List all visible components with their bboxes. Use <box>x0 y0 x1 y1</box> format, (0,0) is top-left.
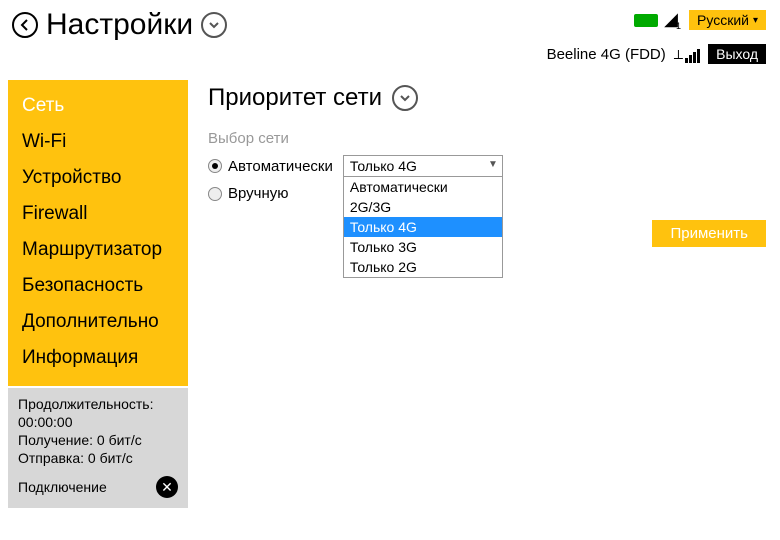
chevron-down-icon: ▾ <box>753 15 758 26</box>
wifi-icon: ◢1 <box>664 10 683 30</box>
stats-duration-label: Продолжительность: <box>18 396 178 412</box>
select-option-1[interactable]: 2G/3G <box>344 197 502 217</box>
sidebar-item-1[interactable]: Wi-Fi <box>8 124 188 160</box>
stats-rx: Получение: 0 бит/с <box>18 432 178 448</box>
disconnect-icon[interactable]: ✕ <box>156 476 178 498</box>
chevron-down-icon: ▼ <box>488 159 498 170</box>
language-selector[interactable]: Русский ▾ <box>689 10 766 30</box>
back-button[interactable] <box>12 12 38 38</box>
sidebar-nav: СетьWi-FiУстройствоFirewallМаршрутизатор… <box>8 80 188 386</box>
network-mode-select[interactable]: Только 4G ▼ Автоматически2G/3GТолько 4GТ… <box>343 155 503 177</box>
connection-stats: Продолжительность: 00:00:00 Получение: 0… <box>8 388 188 508</box>
battery-icon <box>634 14 658 27</box>
sidebar-item-0[interactable]: Сеть <box>8 88 188 124</box>
page-dropdown-button[interactable] <box>201 12 227 38</box>
radio-manual-label: Вручную <box>228 185 289 202</box>
connection-label: Подключение <box>18 479 107 495</box>
sidebar-item-5[interactable]: Безопасность <box>8 268 188 304</box>
stats-tx: Отправка: 0 бит/с <box>18 450 178 466</box>
network-status-text: Beeline 4G (FDD) <box>547 46 666 63</box>
sidebar-item-7[interactable]: Информация <box>8 340 188 376</box>
select-option-4[interactable]: Только 2G <box>344 257 502 277</box>
select-option-0[interactable]: Автоматически <box>344 177 502 197</box>
section-title: Приоритет сети <box>208 84 382 112</box>
sidebar-item-3[interactable]: Firewall <box>8 196 188 232</box>
stats-duration-value: 00:00:00 <box>18 414 178 430</box>
select-option-2[interactable]: Только 4G <box>344 217 502 237</box>
select-option-3[interactable]: Только 3G <box>344 237 502 257</box>
page-title: Настройки <box>46 8 193 42</box>
radio-auto-label: Автоматически <box>228 158 333 175</box>
section-dropdown-button[interactable] <box>392 85 418 111</box>
radio-auto[interactable] <box>208 159 222 173</box>
sidebar-item-2[interactable]: Устройство <box>8 160 188 196</box>
sidebar-item-4[interactable]: Маршрутизатор <box>8 232 188 268</box>
radio-manual[interactable] <box>208 187 222 201</box>
logout-button[interactable]: Выход <box>708 44 766 64</box>
signal-icon: ⟂ <box>674 46 700 63</box>
language-label: Русский <box>697 12 749 28</box>
field-label-network-select: Выбор сети <box>208 130 770 147</box>
apply-button[interactable]: Применить <box>652 220 766 247</box>
sidebar-item-6[interactable]: Дополнительно <box>8 304 188 340</box>
